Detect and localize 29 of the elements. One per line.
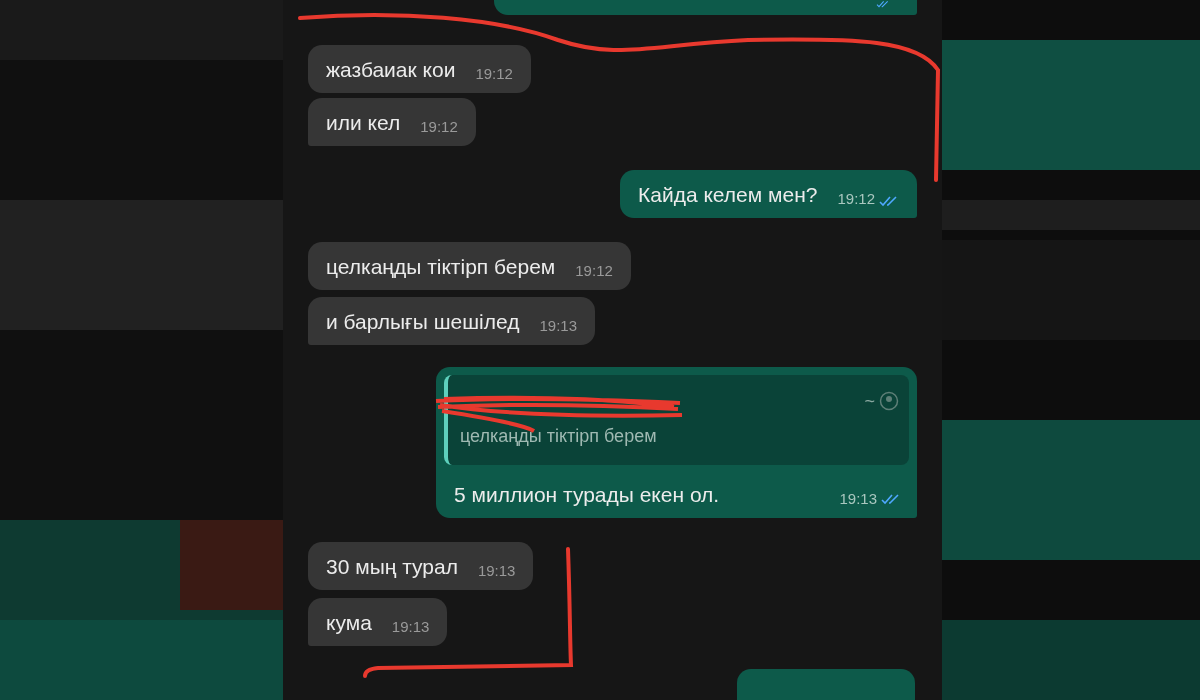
message-bubble[interactable]: ~ целкаңды тіктірп берем 5 миллион турады екен ол. 19:13	[436, 367, 917, 518]
message-bubble[interactable]: или кел 19:12	[308, 98, 476, 146]
message-bubble[interactable]: жазбаиак кои 19:12	[308, 45, 531, 93]
message-bubble[interactable]: Кайда келем мен? 19:12	[620, 170, 917, 218]
message-text: целкаңды тіктірп берем	[326, 255, 556, 279]
message-bubble[interactable]: 30 мың турал 19:13	[308, 542, 534, 590]
message-text: и барлығы шешілед	[326, 310, 520, 334]
message-text: кума	[326, 611, 372, 635]
message-time: 19:12	[420, 119, 458, 135]
message-bubble[interactable]	[494, 0, 917, 15]
message-time: 19:12	[575, 263, 613, 279]
message-time: 19:12	[837, 191, 875, 207]
message-text: 30 мың турал	[326, 555, 458, 579]
message-bubble[interactable]: кума 19:13	[308, 598, 448, 646]
message-bubble[interactable]	[737, 669, 915, 700]
message-time: 19:13	[539, 318, 577, 334]
message-text: или кел	[326, 111, 401, 135]
message-time: 19:13	[391, 619, 430, 635]
message-time: 19:12	[475, 66, 513, 82]
message-time: 19:13	[477, 563, 516, 579]
message-text: Кайда келем мен?	[638, 183, 818, 207]
sender-prefix: ~	[864, 389, 875, 413]
message-text: жазбаиак кои	[326, 58, 456, 82]
avatar-icon	[879, 391, 899, 411]
quoted-text: целкаңды тіктірп берем	[460, 425, 658, 448]
message-bubble[interactable]: и барлығы шешілед 19:13	[308, 297, 595, 345]
message-time: 19:13	[839, 488, 877, 509]
message-bubble[interactable]: целкаңды тіктірп берем 19:12	[308, 242, 631, 290]
message-text: 5 миллион турады екен ол.	[454, 481, 720, 508]
